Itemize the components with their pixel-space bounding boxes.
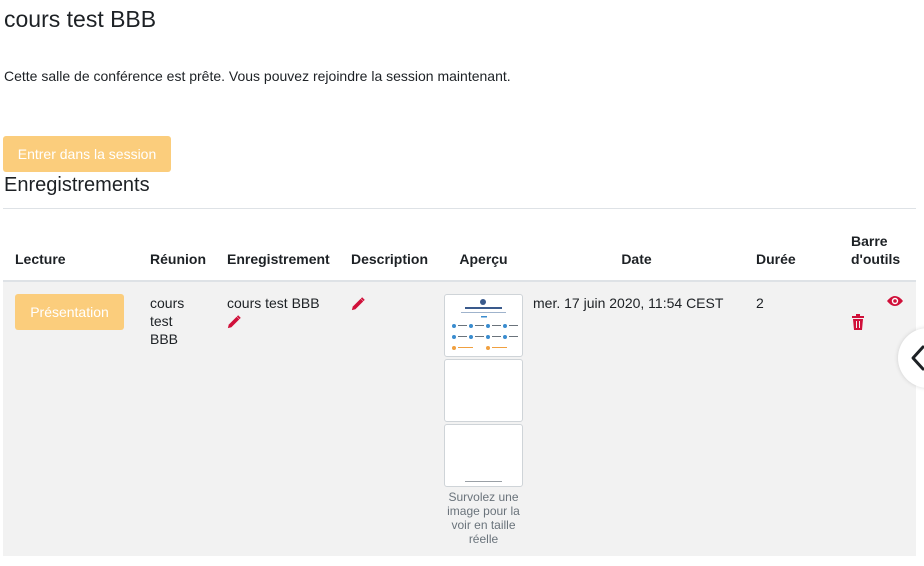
status-message: Cette salle de conférence est prête. Vou… [4, 68, 511, 84]
header-duration: Durée [744, 209, 839, 282]
trash-icon[interactable] [851, 314, 865, 330]
presentation-playback-button[interactable]: Présentation [15, 294, 124, 330]
header-playback: Lecture [3, 209, 138, 282]
pencil-icon[interactable] [227, 315, 241, 329]
header-recording: Enregistrement [215, 209, 339, 282]
header-preview: Aperçu [438, 209, 529, 282]
join-session-button[interactable]: Entrer dans la session [3, 136, 171, 172]
cell-description [339, 281, 438, 556]
header-meeting: Réunion [138, 209, 215, 282]
recording-name: cours test BBB [227, 295, 320, 311]
preview-hint: Survolez une image pour la voir en taill… [447, 490, 520, 546]
preview-thumbnail[interactable] [444, 294, 523, 357]
recordings-table-wrap: Lecture Réunion Enregistrement Descripti… [3, 209, 916, 556]
eye-icon[interactable] [886, 294, 904, 310]
recordings-heading: Enregistrements [4, 174, 150, 196]
chevron-left-icon [911, 345, 924, 371]
cell-toolbar [839, 281, 916, 556]
cell-playback: Présentation [3, 281, 138, 556]
pencil-icon[interactable] [351, 297, 365, 311]
cell-meeting: cours test BBB [138, 281, 215, 556]
cell-recording: cours test BBB [215, 281, 339, 556]
header-date: Date [529, 209, 744, 282]
preview-thumbnail[interactable] [444, 424, 523, 487]
page-title: cours test BBB [4, 6, 157, 32]
cell-date: mer. 17 juin 2020, 11:54 CEST [529, 281, 744, 556]
header-description: Description [339, 209, 438, 282]
header-toolbar: Barre d'outils [839, 209, 916, 282]
cell-duration: 2 [744, 281, 839, 556]
recordings-table: Lecture Réunion Enregistrement Descripti… [3, 209, 916, 556]
preview-thumbnail[interactable] [444, 359, 523, 422]
cell-preview: Survolez une image pour la voir en taill… [438, 281, 529, 556]
bbb-room-page: cours test BBB Cette salle de conférence… [0, 0, 924, 566]
table-row: Présentation cours test BBB cours test B… [3, 281, 916, 556]
table-header-row: Lecture Réunion Enregistrement Descripti… [3, 209, 916, 282]
